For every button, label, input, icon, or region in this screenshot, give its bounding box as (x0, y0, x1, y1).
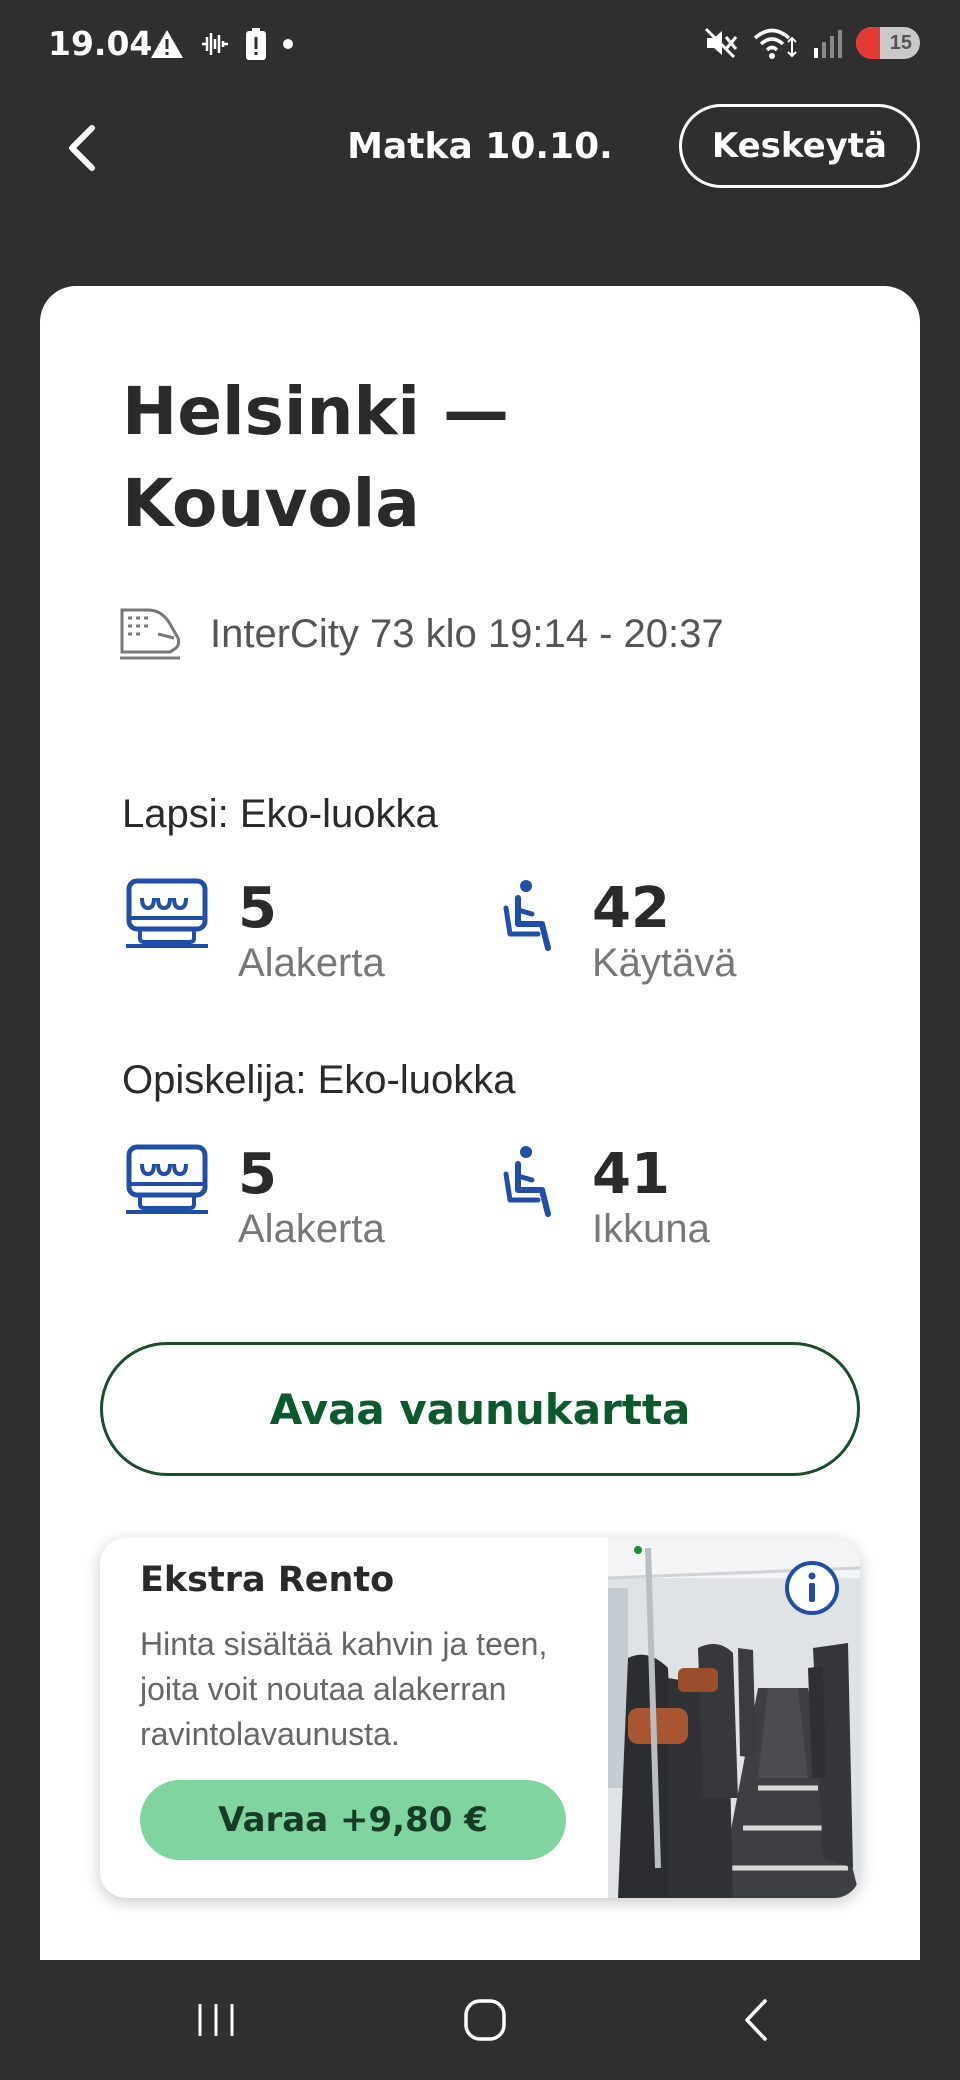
mute-icon (704, 27, 738, 59)
status-left-icons (150, 28, 294, 60)
seat-position: Käytävä (592, 941, 737, 985)
seat-info: 41 Ikkuna (502, 1144, 710, 1252)
car-info: 5 Alakerta (126, 878, 385, 986)
train-details: InterCity 73 klo 19:14 - 20:37 (210, 611, 724, 656)
home-icon (464, 1999, 506, 2041)
screen: 19.04 15 Matka 10.10. Keskeytä Helsinki … (0, 0, 960, 2080)
promo-description: Hinta sisältää kahvin ja teen, joita voi… (140, 1626, 548, 1752)
trip-card: Helsinki — Kouvola InterCity 73 klo 19:1… (40, 286, 920, 2006)
wifi-icon (753, 28, 797, 59)
passenger-label: Opiskelija: Eko-luokka (122, 1058, 516, 1102)
train-car-icon (126, 878, 208, 948)
battery-warning-icon (246, 28, 266, 60)
voicemail-icon (202, 33, 228, 55)
car-level: Alakerta (238, 941, 385, 985)
status-bar: 19.04 15 (0, 0, 960, 96)
promo-card: Ekstra Rento Hinta sisältää kahvin ja te… (100, 1538, 860, 1898)
train-info-row: InterCity 73 klo 19:14 - 20:37 (118, 604, 724, 664)
battery-level: 15 (889, 31, 912, 54)
car-level: Alakerta (238, 1207, 385, 1251)
seat-text: 41 Ikkuna (592, 1144, 710, 1252)
seat-icon (503, 880, 551, 951)
cancel-trip-button[interactable]: Keskeytä (678, 104, 920, 188)
train-icon (120, 608, 181, 660)
system-nav-bar (0, 1960, 960, 2080)
home-button[interactable] (445, 1990, 525, 2050)
car-number: 5 (238, 1142, 277, 1207)
back-arrow-icon (745, 1999, 767, 2041)
book-upgrade-button[interactable]: Varaa +9,80 € (140, 1780, 566, 1860)
seat-icon (503, 1146, 551, 1217)
train-car-icon (126, 1144, 208, 1214)
open-car-map-button[interactable]: Avaa vaunukartta (100, 1342, 860, 1476)
promo-title: Ekstra Rento (140, 1560, 395, 1600)
route-origin: Helsinki — (122, 373, 510, 450)
route-title: Helsinki — Kouvola (122, 366, 762, 550)
system-back-button[interactable] (716, 1990, 796, 2050)
recent-apps-icon (198, 2004, 234, 2036)
battery-icon: 15 (856, 27, 920, 59)
route-destination: Kouvola (122, 465, 420, 542)
status-right-icons: 15 (704, 26, 920, 60)
passenger-label: Lapsi: Eko-luokka (122, 792, 438, 836)
signal-icon (814, 30, 842, 58)
car-number: 5 (238, 876, 277, 941)
seat-info: 42 Käytävä (502, 878, 737, 986)
status-time: 19.04 (48, 24, 153, 63)
car-info: 5 Alakerta (126, 1144, 385, 1252)
header: Matka 10.10. Keskeytä (0, 96, 960, 200)
seat-text: 42 Käytävä (592, 878, 737, 986)
alert-icon (151, 30, 183, 58)
seat-number: 42 (592, 876, 670, 941)
seat-number: 41 (592, 1142, 670, 1207)
car-text: 5 Alakerta (238, 878, 385, 986)
recent-apps-button[interactable] (176, 1990, 256, 2050)
seat-position: Ikkuna (592, 1207, 710, 1251)
car-text: 5 Alakerta (238, 1144, 385, 1252)
info-icon[interactable] (784, 1560, 840, 1616)
dot-icon (283, 39, 293, 49)
